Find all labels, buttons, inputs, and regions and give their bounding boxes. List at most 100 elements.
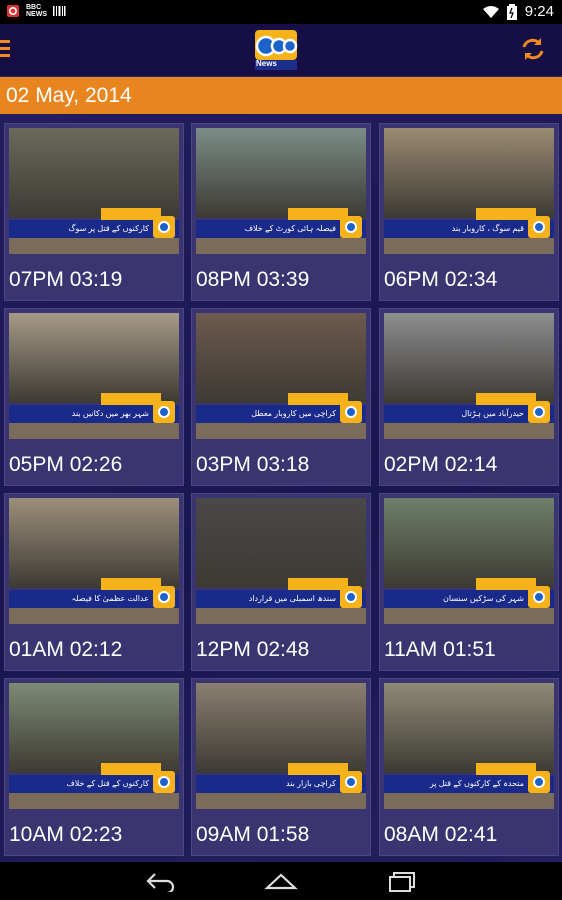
recents-icon[interactable] xyxy=(385,870,419,892)
geo-badge-icon xyxy=(340,586,362,608)
barcode-icon xyxy=(53,6,66,16)
video-frame-bottom xyxy=(9,608,179,624)
video-frame xyxy=(196,683,366,773)
bulletin-grid: کارکنوں کے قتل پر سوگ 07PM 03:19 فیصلہ ہائ… xyxy=(0,114,562,862)
bulletin-card[interactable]: سندھ اسمبلی میں قرارداد 12PM 02:48 xyxy=(191,493,371,671)
geo-badge-icon xyxy=(340,401,362,423)
bulletin-thumbnail[interactable]: عدالت عظمیٰ کا فیصلہ xyxy=(9,498,179,624)
video-frame xyxy=(196,498,366,588)
bulletin-time-label: 08PM 03:39 xyxy=(196,268,310,291)
home-icon[interactable] xyxy=(264,870,298,892)
logo-text: News xyxy=(256,59,277,68)
ticker-headline-bar xyxy=(476,208,536,220)
video-frame xyxy=(9,498,179,588)
geo-badge-icon xyxy=(153,586,175,608)
bulletin-card[interactable]: کارکنوں کے قتل کے خلاف 10AM 02:23 xyxy=(4,678,184,856)
ticker-headline-bar xyxy=(476,763,536,775)
app-bar: News xyxy=(0,24,562,77)
video-frame-bottom xyxy=(196,423,366,439)
geo-badge-icon xyxy=(528,401,550,423)
wifi-icon xyxy=(482,5,499,18)
ticker-headline-bar xyxy=(288,393,348,405)
bulletin-time-label: 02PM 02:14 xyxy=(384,453,498,476)
bulletin-thumbnail[interactable]: کراچی میں کاروبار معطل xyxy=(196,313,366,439)
bulletin-thumbnail[interactable]: شہر کی سڑکیں سنسان xyxy=(384,498,554,624)
video-frame-bottom xyxy=(196,608,366,624)
video-frame-bottom xyxy=(196,238,366,254)
geo-badge-icon xyxy=(528,586,550,608)
ticker-headline-bar xyxy=(288,578,348,590)
bulletin-card[interactable]: عدالت عظمیٰ کا فیصلہ 01AM 02:12 xyxy=(4,493,184,671)
ticker-headline-bar xyxy=(101,578,161,590)
status-time: 9:24 xyxy=(524,3,554,20)
video-frame xyxy=(196,128,366,218)
bulletin-thumbnail[interactable]: شہر بھر میں دکانیں بند xyxy=(9,313,179,439)
video-frame-bottom xyxy=(9,793,179,809)
ticker-headline-bar xyxy=(101,208,161,220)
geo-badge-icon xyxy=(340,771,362,793)
geo-badge-icon xyxy=(528,771,550,793)
bulletin-time-label: 10AM 02:23 xyxy=(9,823,123,846)
video-frame xyxy=(384,313,554,403)
video-frame-bottom xyxy=(384,608,554,624)
bulletin-time-label: 07PM 03:19 xyxy=(9,268,123,291)
bbc-news-icon: BBC NEWS xyxy=(26,4,47,18)
bulletin-card[interactable]: حیدرآباد میں ہڑتال 02PM 02:14 xyxy=(379,308,559,486)
bulletin-thumbnail[interactable]: فیصلہ ہائی کورٹ کے خلاف xyxy=(196,128,366,254)
geo-news-logo: News xyxy=(253,28,299,72)
refresh-icon[interactable] xyxy=(520,36,546,62)
bulletin-thumbnail[interactable]: قیم سوگ ، کاروبار بند xyxy=(384,128,554,254)
video-frame xyxy=(9,313,179,403)
video-frame-bottom xyxy=(9,238,179,254)
ticker-headline-bar xyxy=(288,208,348,220)
bulletin-thumbnail[interactable]: کارکنوں کے قتل کے خلاف xyxy=(9,683,179,809)
bulletin-card[interactable]: کارکنوں کے قتل پر سوگ 07PM 03:19 xyxy=(4,123,184,301)
ticker-headline-bar xyxy=(101,763,161,775)
bulletin-time-label: 05PM 02:26 xyxy=(9,453,123,476)
video-frame-bottom xyxy=(384,423,554,439)
bulletin-card[interactable]: کراچی میں کاروبار معطل 03PM 03:18 xyxy=(191,308,371,486)
ticker-headline-bar xyxy=(101,393,161,405)
bulletin-card[interactable]: شہر کی سڑکیں سنسان 11AM 01:51 xyxy=(379,493,559,671)
app-notification-icon xyxy=(7,5,19,17)
bulletin-time-label: 03PM 03:18 xyxy=(196,453,310,476)
video-frame xyxy=(384,128,554,218)
bulletin-card[interactable]: فیصلہ ہائی کورٹ کے خلاف 08PM 03:39 xyxy=(191,123,371,301)
back-icon[interactable] xyxy=(143,870,177,892)
geo-badge-icon xyxy=(153,771,175,793)
bulletin-thumbnail[interactable]: کراچی بازار بند xyxy=(196,683,366,809)
bulletin-thumbnail[interactable]: متحدہ کے کارکنوں کے قتل پر xyxy=(384,683,554,809)
status-bar: BBC NEWS 9:24 xyxy=(0,0,562,24)
bulletin-card[interactable]: کراچی بازار بند 09AM 01:58 xyxy=(191,678,371,856)
bulletin-time-label: 08AM 02:41 xyxy=(384,823,498,846)
video-frame xyxy=(196,313,366,403)
ticker-headline-bar xyxy=(476,578,536,590)
bulletin-time-label: 01AM 02:12 xyxy=(9,638,123,661)
bulletin-card[interactable]: متحدہ کے کارکنوں کے قتل پر 08AM 02:41 xyxy=(379,678,559,856)
battery-icon xyxy=(506,3,517,20)
video-frame xyxy=(9,128,179,218)
date-header: 02 May, 2014 xyxy=(0,77,562,114)
video-frame xyxy=(9,683,179,773)
geo-badge-icon xyxy=(153,216,175,238)
video-frame xyxy=(384,498,554,588)
bulletin-time-label: 06PM 02:34 xyxy=(384,268,498,291)
navigation-bar xyxy=(0,862,562,900)
ticker-headline-bar xyxy=(476,393,536,405)
video-frame-bottom xyxy=(384,238,554,254)
bulletin-thumbnail[interactable]: کارکنوں کے قتل پر سوگ xyxy=(9,128,179,254)
geo-badge-icon xyxy=(528,216,550,238)
bulletin-card[interactable]: شہر بھر میں دکانیں بند 05PM 02:26 xyxy=(4,308,184,486)
menu-icon[interactable] xyxy=(0,40,12,60)
bulletin-thumbnail[interactable]: سندھ اسمبلی میں قرارداد xyxy=(196,498,366,624)
bulletin-thumbnail[interactable]: حیدرآباد میں ہڑتال xyxy=(384,313,554,439)
bulletin-time-label: 09AM 01:58 xyxy=(196,823,310,846)
bulletin-time-label: 11AM 01:51 xyxy=(384,638,496,661)
video-frame-bottom xyxy=(196,793,366,809)
geo-badge-icon xyxy=(340,216,362,238)
video-frame-bottom xyxy=(384,793,554,809)
ticker-headline-bar xyxy=(288,763,348,775)
geo-badge-icon xyxy=(153,401,175,423)
bulletin-time-label: 12PM 02:48 xyxy=(196,638,310,661)
bulletin-card[interactable]: قیم سوگ ، کاروبار بند 06PM 02:34 xyxy=(379,123,559,301)
